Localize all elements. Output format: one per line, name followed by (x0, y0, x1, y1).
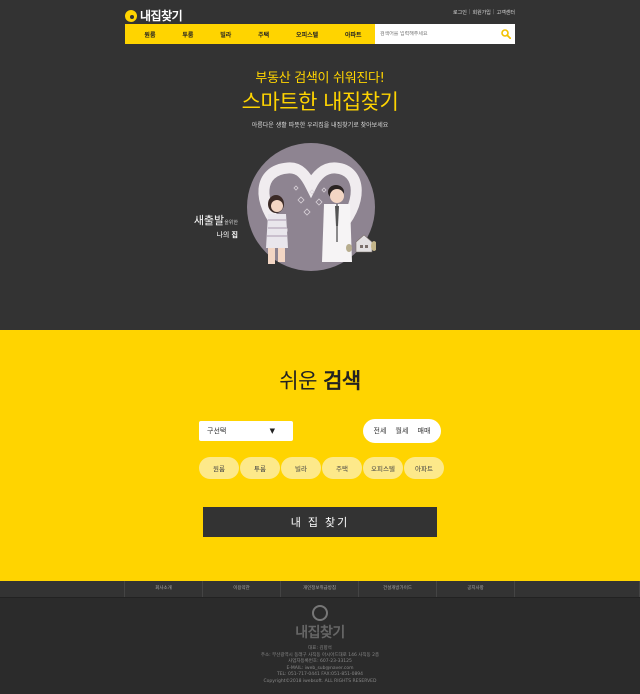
nav-item-villa[interactable]: 빌라 (220, 30, 231, 39)
footer-logo-text: 내집찾기 (295, 625, 345, 641)
footer-spacer (515, 581, 640, 597)
hero-tagline: 새출발을위한 나의 집 (178, 212, 238, 240)
type-apartment[interactable]: 아파트 (404, 457, 444, 479)
main-nav: 원룸 투룸 빌라 주택 오피스텔 아파트 (125, 24, 515, 44)
deal-wolse[interactable]: 월세 (396, 426, 409, 436)
search-icon[interactable] (501, 29, 511, 39)
footer-link-terms[interactable]: 이용약관 (203, 581, 281, 597)
search-title: 쉬운 검색 (0, 365, 640, 395)
tagline-line2: 나의 (216, 231, 232, 239)
logo-icon (125, 9, 137, 22)
tagline-bold: 집 (231, 231, 238, 239)
tagline-small: 을위한 (224, 220, 238, 226)
nav-item-apartment[interactable]: 아파트 (345, 30, 362, 39)
hero-subtitle: 부동산 검색이 쉬워진다! (255, 71, 385, 86)
couple-illustration (247, 143, 376, 271)
type-villa[interactable]: 빌라 (281, 457, 321, 479)
login-link[interactable]: 로그인 (453, 9, 467, 16)
type-house[interactable]: 주택 (322, 457, 362, 479)
property-types: 원룸 투룸 빌라 주택 오피스텔 아파트 (199, 457, 444, 479)
footer-links: 회사소개 이용약관 개인정보취급방침 건설개방가이드 공지사항 (0, 581, 640, 598)
footer-link-guide[interactable]: 건설개방가이드 (359, 581, 437, 597)
search-box (375, 24, 515, 44)
search-section: 쉬운 검색 구선택 ▼ 전세 월세 매매 원룸 투룸 빌라 주택 오피스텔 아파… (0, 330, 640, 581)
tagline-main: 새출발 (193, 214, 225, 227)
divider: | (492, 9, 495, 15)
footer-logo-icon (312, 605, 328, 621)
page: 내집찾기 로그인 | 회원가입 | 고객센터 원룸 투룸 빌라 주택 오피스텔 … (0, 0, 640, 694)
nav-item-oneroom[interactable]: 원룸 (144, 30, 155, 39)
signup-link[interactable]: 회원가입 (473, 9, 491, 16)
nav-item-house[interactable]: 주택 (258, 30, 269, 39)
type-oneroom[interactable]: 원룸 (199, 457, 239, 479)
util-links: 로그인 | 회원가입 | 고객센터 (453, 9, 515, 16)
hero-description: 아름다운 생활 따뜻한 우리집을 내집찾기로 찾아보세요 (251, 122, 389, 129)
footer-link-notice[interactable]: 공지사항 (437, 581, 515, 597)
footer-link-about[interactable]: 회사소개 (125, 581, 203, 597)
logo[interactable]: 내집찾기 (125, 7, 183, 24)
district-select-value: 구선택 (207, 427, 227, 435)
footer-info-line: Copyright©2018 iwebsoft. ALL RIGHTS RESE… (263, 678, 377, 684)
deal-type-group: 전세 월세 매매 (363, 419, 441, 443)
footer: 내집찾기 대표: 김향석 주소: 부산광역시 동래구 사직동 아시아드대로 14… (0, 598, 640, 694)
support-link[interactable]: 고객센터 (497, 9, 515, 16)
type-tworoom[interactable]: 투룸 (240, 457, 280, 479)
search-input[interactable] (375, 31, 493, 37)
nav-items: 원룸 투룸 빌라 주택 오피스텔 아파트 (125, 30, 375, 39)
logo-text: 내집찾기 (140, 9, 183, 23)
search-title-light: 쉬운 (279, 369, 324, 393)
footer-company-info: 대표: 김향석 주소: 부산광역시 동래구 사직동 아시아드대로 146 사직동… (0, 646, 640, 685)
dropdown-arrow-icon: ▼ (269, 427, 275, 435)
nav-item-tworoom[interactable]: 투룸 (182, 30, 193, 39)
footer-spacer (0, 581, 125, 597)
nav-item-officetel[interactable]: 오피스텔 (296, 30, 318, 39)
deal-maemae[interactable]: 매매 (418, 426, 431, 436)
district-select[interactable]: 구선택 ▼ (199, 421, 293, 441)
deal-jeonse[interactable]: 전세 (374, 426, 387, 436)
search-title-bold: 검색 (323, 369, 361, 393)
hero-section: 내집찾기 로그인 | 회원가입 | 고객센터 원룸 투룸 빌라 주택 오피스텔 … (0, 0, 640, 330)
hero-title: 스마트한 내집찾기 (241, 90, 399, 114)
footer-link-privacy[interactable]: 개인정보취급방침 (281, 581, 359, 597)
find-home-button[interactable]: 내 집 찾기 (203, 507, 437, 537)
type-officetel[interactable]: 오피스텔 (363, 457, 403, 479)
divider: | (468, 9, 471, 15)
